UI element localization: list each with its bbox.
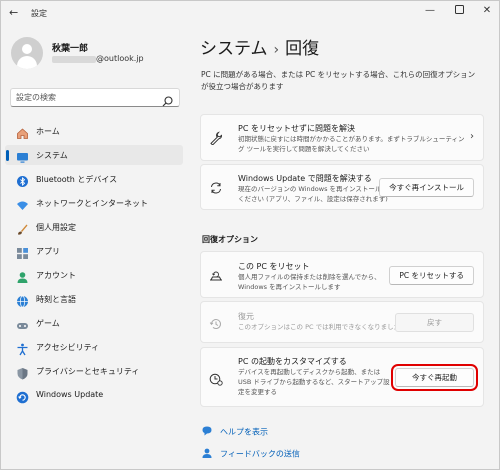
sidebar-item-windows-update[interactable]: Windows Update bbox=[5, 385, 183, 405]
history-icon bbox=[209, 316, 223, 330]
advanced-startup-title: PC の起動をカスタマイズする bbox=[238, 357, 347, 366]
breadcrumb: システム › 回復 bbox=[200, 34, 319, 59]
reset-pc-button[interactable]: PC をリセットする bbox=[389, 266, 474, 285]
window-title: 設定 bbox=[31, 9, 47, 18]
title-bar: ← 設定 — ✕ bbox=[1, 1, 499, 27]
sidebar-item-apps[interactable]: アプリ bbox=[5, 241, 183, 261]
troubleshoot-card[interactable]: PC をリセットせずに問題を解決 初期状態に戻すには時間がかかることがあります。… bbox=[200, 114, 484, 161]
sidebar-item-label: ネットワークとインターネット bbox=[36, 199, 148, 208]
accessibility-icon bbox=[16, 341, 29, 356]
reset-pc-subtitle: 個人用ファイルの保持または削除を選んでから、 Windows を再インストールし… bbox=[238, 273, 381, 291]
breadcrumb-parent[interactable]: システム bbox=[200, 39, 268, 59]
wrench-icon bbox=[209, 130, 223, 146]
sidebar-item-label: ゲーム bbox=[36, 319, 60, 328]
apps-icon bbox=[16, 245, 29, 259]
bluetooth-icon bbox=[16, 173, 29, 187]
sidebar-item-gaming[interactable]: ゲーム bbox=[5, 313, 183, 333]
active-indicator bbox=[6, 150, 9, 161]
get-help-label[interactable]: ヘルプを表示 bbox=[220, 428, 268, 437]
advanced-startup-subtitle: デバイスを再起動してディスクから起動、または USB ドライブから起動するなど、… bbox=[238, 368, 390, 396]
shield-icon bbox=[16, 365, 29, 380]
sidebar-item-time-language[interactable]: 時刻と言語 bbox=[5, 289, 183, 309]
sidebar-item-privacy[interactable]: プライバシーとセキュリティ bbox=[5, 361, 183, 381]
sidebar-item-label: プライバシーとセキュリティ bbox=[36, 367, 140, 376]
reinstall-now-button[interactable]: 今すぐ再インストール bbox=[379, 178, 474, 197]
refresh-icon bbox=[209, 180, 223, 194]
search-icon[interactable] bbox=[162, 92, 173, 111]
sidebar-item-label: 個人用設定 bbox=[36, 223, 76, 232]
sidebar-item-label: Bluetooth とデバイス bbox=[36, 175, 118, 184]
advanced-startup-card: PC の起動をカスタマイズする デバイスを再起動してディスクから起動、または U… bbox=[200, 347, 484, 407]
recovery-options-heading: 回復オプション bbox=[202, 235, 258, 244]
brush-icon bbox=[16, 221, 29, 235]
restart-now-button[interactable]: 今すぐ再起動 bbox=[391, 364, 478, 391]
reset-pc-title: この PC をリセット bbox=[238, 262, 310, 271]
startup-icon bbox=[209, 371, 223, 386]
sidebar-item-label: システム bbox=[36, 151, 68, 160]
troubleshoot-subtitle: 初期状態に戻すには時間がかかることがあります。まずトラブルシューティング ツール… bbox=[238, 135, 465, 153]
troubleshoot-title: PC をリセットせずに問題を解決 bbox=[238, 124, 355, 133]
network-icon bbox=[16, 197, 29, 210]
game-icon bbox=[16, 317, 29, 330]
sidebar-item-accounts[interactable]: アカウント bbox=[5, 265, 183, 285]
windows-update-subtitle: 現在のバージョンの Windows を再インストールして ください (アプリ、フ… bbox=[238, 185, 395, 203]
sidebar-item-accessibility[interactable]: アクセシビリティ bbox=[5, 337, 183, 357]
reset-pc-card: この PC をリセット 個人用ファイルの保持または削除を選んでから、 Windo… bbox=[200, 251, 484, 298]
search-input[interactable] bbox=[16, 91, 156, 104]
go-back-title: 復元 bbox=[238, 312, 254, 321]
avatar[interactable] bbox=[11, 37, 43, 69]
feedback-label[interactable]: フィードバックの送信 bbox=[220, 450, 300, 459]
user-email: @outlook.jp bbox=[96, 54, 144, 63]
sidebar-item-label: アプリ bbox=[36, 247, 60, 256]
sidebar-item-network[interactable]: ネットワークとインターネット bbox=[5, 193, 183, 213]
sidebar-item-label: アカウント bbox=[36, 271, 76, 280]
help-icon bbox=[201, 425, 213, 439]
account-icon bbox=[16, 269, 29, 283]
reset-pc-icon bbox=[209, 268, 223, 282]
sidebar-item-bluetooth[interactable]: Bluetooth とデバイス bbox=[5, 169, 183, 189]
sidebar-item-label: Windows Update bbox=[36, 390, 104, 399]
breadcrumb-separator: › bbox=[273, 42, 280, 58]
close-icon[interactable]: ✕ bbox=[479, 5, 495, 16]
windows-update-title: Windows Update で問題を解決する bbox=[238, 174, 372, 183]
get-help-link[interactable]: ヘルプを表示 bbox=[201, 425, 268, 439]
back-arrow-icon[interactable]: ← bbox=[9, 6, 18, 19]
windows-update-card: Windows Update で問題を解決する 現在のバージョンの Window… bbox=[200, 164, 484, 210]
sidebar-item-label: ホーム bbox=[36, 127, 60, 136]
sidebar-item-personalization[interactable]: 個人用設定 bbox=[5, 217, 183, 237]
update-icon bbox=[16, 389, 29, 404]
feedback-icon bbox=[201, 447, 213, 461]
go-back-card: 復元 このオプションはこの PC では利用できなくなりました 戻す bbox=[200, 301, 484, 343]
user-name: 秋葉一郎 bbox=[52, 44, 89, 54]
go-back-button: 戻す bbox=[395, 313, 474, 332]
page-description: PC に問題がある場合、または PC をリセットする場合、これらの回復オプション… bbox=[201, 70, 476, 91]
chevron-right-icon: › bbox=[470, 131, 474, 142]
globe-icon bbox=[16, 293, 29, 308]
sidebar-item-label: 時刻と言語 bbox=[36, 295, 76, 304]
system-icon bbox=[16, 149, 29, 163]
maximize-icon[interactable] bbox=[451, 5, 467, 17]
page-title: 回復 bbox=[285, 39, 320, 59]
sidebar-item-system[interactable]: システム bbox=[5, 145, 183, 165]
email-redaction bbox=[52, 56, 96, 63]
sidebar-item-label: アクセシビリティ bbox=[36, 343, 100, 352]
home-icon bbox=[16, 125, 29, 139]
search-box[interactable] bbox=[10, 88, 180, 107]
feedback-link[interactable]: フィードバックの送信 bbox=[201, 447, 300, 461]
sidebar-item-home[interactable]: ホーム bbox=[5, 121, 183, 141]
minimize-icon[interactable]: — bbox=[422, 5, 438, 16]
